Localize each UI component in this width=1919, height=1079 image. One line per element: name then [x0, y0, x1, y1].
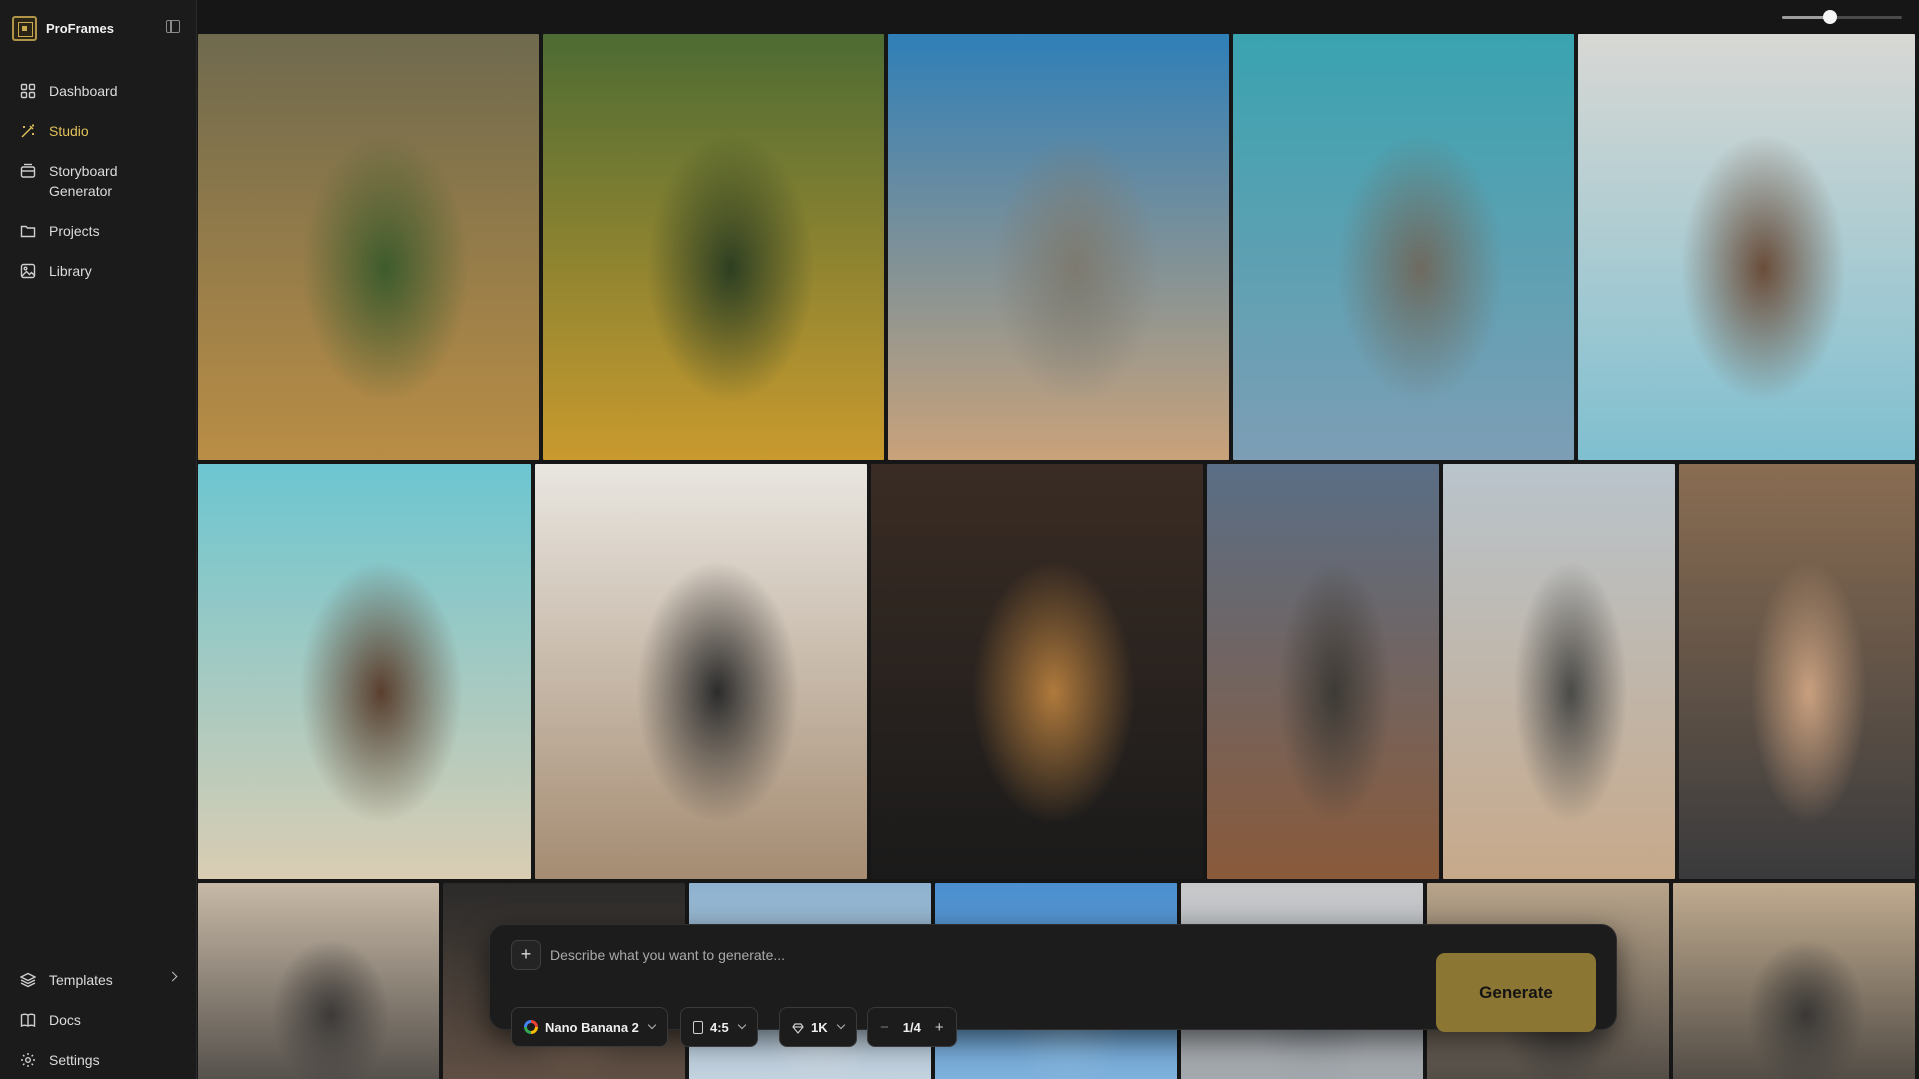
- image-thumbnail: [871, 464, 1203, 879]
- image-thumbnail: [198, 34, 539, 460]
- aspect-ratio-select[interactable]: 4:5: [680, 1007, 758, 1047]
- image-count-value: 1/4: [902, 1019, 921, 1035]
- sidebar-item-studio[interactable]: Studio: [12, 115, 186, 147]
- aspect-ratio-icon: [693, 1020, 703, 1034]
- gallery-image-man-pier-turquoise[interactable]: [1233, 34, 1574, 460]
- image-thumbnail: [535, 464, 867, 879]
- gallery-image-street-crowd[interactable]: [1207, 464, 1439, 879]
- increment-button[interactable]: +: [935, 1019, 944, 1036]
- storyboard-icon: [20, 163, 36, 179]
- gallery-image-man-sitting-ledge[interactable]: [535, 464, 867, 879]
- gallery-image-farmers-market[interactable]: [198, 34, 539, 460]
- brand[interactable]: ProFrames: [12, 15, 114, 41]
- top-bar: [198, 0, 1919, 34]
- gallery-image-man-beach[interactable]: [1443, 464, 1675, 879]
- chevron-down-icon: [647, 1020, 657, 1030]
- chevron-right-icon: [167, 971, 178, 982]
- layers-icon: [20, 972, 36, 988]
- image-thumbnail: [198, 883, 439, 1079]
- sidebar-item-label: Studio: [49, 123, 89, 139]
- model-label: Nano Banana 2: [545, 1019, 639, 1035]
- sidebar-collapse-icon[interactable]: [166, 20, 180, 33]
- prompt-input[interactable]: [550, 944, 1250, 966]
- zoom-slider-thumb[interactable]: [1823, 10, 1837, 24]
- gallery-image-man-room-3[interactable]: [1673, 883, 1915, 1079]
- magic-wand-icon: [20, 123, 36, 139]
- sidebar-item-library[interactable]: Library: [12, 255, 186, 287]
- book-icon: [20, 1012, 36, 1028]
- image-thumbnail: [1679, 464, 1915, 879]
- resolution-select[interactable]: 1K: [779, 1007, 857, 1047]
- gallery-image-man-dock-sea[interactable]: [888, 34, 1229, 460]
- image-thumbnail: [1578, 34, 1915, 460]
- image-icon: [20, 263, 36, 279]
- image-thumbnail: [1443, 464, 1675, 879]
- sidebar: ProFrames Dashboard Studio Storyboard Ge…: [0, 0, 197, 1079]
- sidebar-item-label: Library: [49, 263, 92, 279]
- sidebar-item-dashboard[interactable]: Dashboard: [12, 75, 186, 107]
- chevron-down-icon: [737, 1020, 747, 1030]
- gallery-image-woman-camera-garden[interactable]: [543, 34, 884, 460]
- aspect-ratio-label: 4:5: [710, 1019, 729, 1035]
- generate-button[interactable]: Generate: [1436, 953, 1596, 1032]
- sidebar-item-label: Templates: [49, 972, 113, 988]
- image-thumbnail: [198, 464, 531, 879]
- sidebar-item-label: Projects: [49, 223, 100, 239]
- folder-icon: [20, 223, 36, 239]
- sidebar-item-storyboard[interactable]: Storyboard Generator: [12, 155, 186, 207]
- image-count-stepper: − 1/4 +: [867, 1007, 957, 1047]
- generator-panel: + Generate Nano Banana 2 4:5 1K − 1/4 +: [489, 924, 1617, 1047]
- chevron-down-icon: [836, 1020, 845, 1030]
- image-thumbnail: [1673, 883, 1915, 1079]
- sidebar-item-label: Storyboard Generator: [49, 163, 118, 199]
- sidebar-item-docs[interactable]: Docs: [12, 1004, 186, 1036]
- decrement-button[interactable]: −: [880, 1019, 889, 1036]
- zoom-slider[interactable]: [1782, 10, 1902, 24]
- image-thumbnail: [543, 34, 884, 460]
- gear-icon: [20, 1052, 36, 1068]
- gallery-image-man-dark-tee[interactable]: [1679, 464, 1915, 879]
- sidebar-item-templates[interactable]: Templates: [12, 964, 186, 996]
- sidebar-item-label: Docs: [49, 1012, 81, 1028]
- sidebar-item-label: Dashboard: [49, 83, 118, 99]
- gem-icon: [792, 1022, 804, 1034]
- sidebar-item-projects[interactable]: Projects: [12, 215, 186, 247]
- resolution-label: 1K: [811, 1019, 828, 1035]
- image-thumbnail: [1233, 34, 1574, 460]
- gallery-image-man-room[interactable]: [198, 883, 439, 1079]
- gallery-image-man-pool-edge[interactable]: [198, 464, 531, 879]
- sidebar-item-settings[interactable]: Settings: [12, 1044, 186, 1076]
- add-reference-button[interactable]: +: [511, 940, 541, 970]
- brand-name: ProFrames: [46, 20, 114, 36]
- sidebar-item-label: Settings: [49, 1052, 100, 1068]
- gallery-image-man-tuxedo-bar[interactable]: [871, 464, 1203, 879]
- gallery-image-man-pool-drinking[interactable]: [1578, 34, 1915, 460]
- model-select[interactable]: Nano Banana 2: [511, 1007, 668, 1047]
- image-thumbnail: [888, 34, 1229, 460]
- grid-icon: [20, 83, 36, 99]
- image-thumbnail: [1207, 464, 1439, 879]
- image-gallery: [198, 34, 1919, 1079]
- proframes-logo-icon: [12, 15, 37, 41]
- google-logo-icon: [524, 1020, 538, 1034]
